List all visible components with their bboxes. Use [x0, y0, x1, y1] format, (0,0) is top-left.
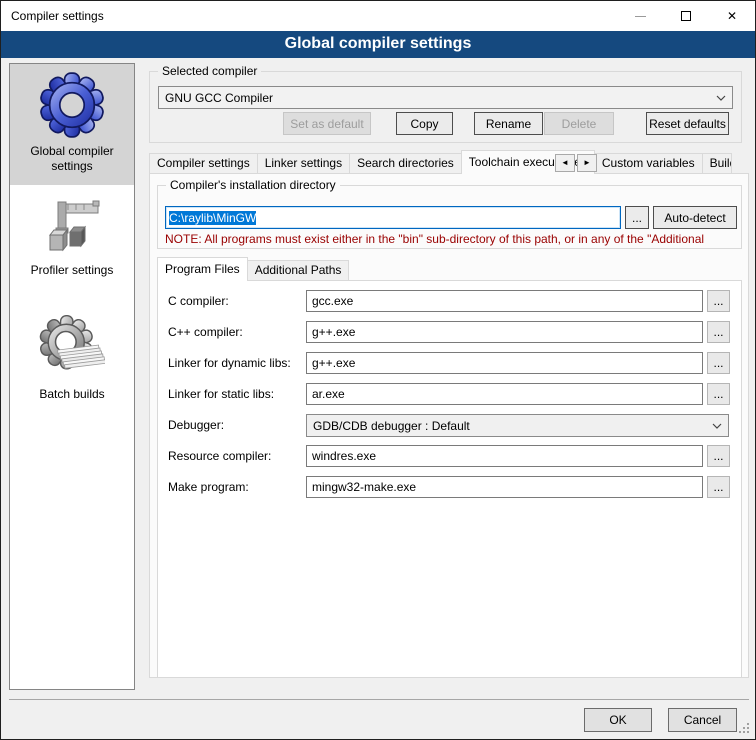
- resource-compiler-label: Resource compiler:: [168, 445, 271, 468]
- form-row: Debugger: GDB/CDB debugger : Default: [158, 414, 741, 437]
- footer-divider: [9, 699, 749, 700]
- form-row: C++ compiler: ...: [158, 321, 741, 344]
- blue-gear-icon: [38, 70, 106, 140]
- sidebar-item-label: Batch builds: [10, 383, 134, 410]
- tab-scroll-left-icon[interactable]: ◄: [555, 154, 575, 172]
- sidebar-item-batch-builds[interactable]: Batch builds: [10, 307, 134, 429]
- maximize-button[interactable]: [663, 1, 709, 31]
- compiler-settings-dialog: Compiler settings ✕ Global compiler sett…: [0, 0, 756, 740]
- window-title: Compiler settings: [11, 9, 104, 23]
- tab-program-files[interactable]: Program Files: [157, 257, 248, 281]
- copy-button[interactable]: Copy: [396, 112, 453, 135]
- debugger-select[interactable]: GDB/CDB debugger : Default: [306, 414, 729, 437]
- program-files-panel: C compiler: ... C++ compiler: ... Linker…: [157, 280, 742, 678]
- browse-directory-button[interactable]: ...: [625, 206, 649, 229]
- installation-directory-legend: Compiler's installation directory: [166, 178, 340, 192]
- static-linker-browse-button[interactable]: ...: [707, 383, 730, 405]
- set-as-default-button[interactable]: Set as default: [283, 112, 371, 135]
- sidebar-item-profiler-settings[interactable]: Profiler settings: [10, 187, 134, 299]
- c-compiler-input[interactable]: [306, 290, 703, 312]
- tab-scroll-right-icon[interactable]: ►: [577, 154, 597, 172]
- c-compiler-label: C compiler:: [168, 290, 229, 313]
- resource-compiler-input[interactable]: [306, 445, 703, 467]
- installation-directory-input[interactable]: C:\raylib\MinGW: [165, 206, 621, 229]
- chevron-down-icon: [716, 95, 726, 101]
- gray-gear-paper-stack-icon: [39, 313, 105, 383]
- form-row: Linker for dynamic libs: ...: [158, 352, 741, 375]
- settings-category-list: Global compiler settings: [9, 63, 135, 690]
- close-icon: ✕: [727, 9, 737, 23]
- auto-detect-button[interactable]: Auto-detect: [653, 206, 737, 229]
- tab-custom-variables[interactable]: Custom variables: [594, 153, 703, 173]
- form-row: C compiler: ...: [158, 290, 741, 313]
- sidebar-item-label: Profiler settings: [10, 259, 134, 286]
- resize-grip-icon[interactable]: [739, 723, 741, 725]
- dynamic-linker-input[interactable]: [306, 352, 703, 374]
- static-linker-label: Linker for static libs:: [168, 383, 274, 406]
- tab-search-directories[interactable]: Search directories: [349, 153, 462, 173]
- page-title: Global compiler settings: [1, 31, 755, 58]
- cpp-compiler-label: C++ compiler:: [168, 321, 243, 344]
- minimize-button[interactable]: [617, 1, 663, 31]
- compiler-tabs: Compiler settings Linker settings Search…: [149, 150, 731, 173]
- static-linker-input[interactable]: [306, 383, 703, 405]
- tab-additional-paths[interactable]: Additional Paths: [247, 260, 350, 280]
- cpp-compiler-browse-button[interactable]: ...: [707, 321, 730, 343]
- form-row: Resource compiler: ...: [158, 445, 741, 468]
- debugger-select-value: GDB/CDB debugger : Default: [313, 419, 712, 433]
- title-bar[interactable]: Compiler settings ✕: [1, 1, 755, 31]
- cancel-button[interactable]: Cancel: [668, 708, 737, 732]
- form-row: Linker for static libs: ...: [158, 383, 741, 406]
- chevron-down-icon: [712, 423, 722, 429]
- minimize-icon: [635, 16, 646, 17]
- ok-button[interactable]: OK: [584, 708, 652, 732]
- close-button[interactable]: ✕: [709, 1, 755, 31]
- caliper-icon: [40, 193, 104, 259]
- sidebar-item-label: Global compiler settings: [10, 140, 134, 182]
- make-program-label: Make program:: [168, 476, 249, 499]
- dynamic-linker-browse-button[interactable]: ...: [707, 352, 730, 374]
- compiler-select-value: GNU GCC Compiler: [165, 91, 716, 105]
- bin-subdirectory-note: NOTE: All programs must exist either in …: [165, 232, 739, 246]
- cpp-compiler-input[interactable]: [306, 321, 703, 343]
- maximize-icon: [681, 11, 691, 21]
- compiler-select[interactable]: GNU GCC Compiler: [158, 86, 733, 109]
- resource-compiler-browse-button[interactable]: ...: [707, 445, 730, 467]
- caption-buttons: ✕: [617, 1, 755, 31]
- tab-compiler-settings[interactable]: Compiler settings: [149, 153, 258, 173]
- installation-directory-group: Compiler's installation directory C:\ray…: [157, 185, 742, 249]
- rename-button[interactable]: Rename: [474, 112, 543, 135]
- selected-compiler-legend: Selected compiler: [158, 64, 261, 78]
- sidebar-item-global-compiler-settings[interactable]: Global compiler settings: [10, 64, 134, 185]
- tab-build-options[interactable]: Build options: [702, 153, 732, 173]
- make-program-browse-button[interactable]: ...: [707, 476, 730, 498]
- make-program-input[interactable]: [306, 476, 703, 498]
- dynamic-linker-label: Linker for dynamic libs:: [168, 352, 291, 375]
- installation-directory-value: C:\raylib\MinGW: [169, 211, 256, 225]
- c-compiler-browse-button[interactable]: ...: [707, 290, 730, 312]
- tab-scroll-buttons: ◄ ►: [555, 154, 599, 172]
- program-tabs: Program Files Additional Paths: [157, 257, 348, 280]
- debugger-label: Debugger:: [168, 414, 224, 437]
- tab-linker-settings[interactable]: Linker settings: [257, 153, 350, 173]
- delete-button[interactable]: Delete: [544, 112, 614, 135]
- reset-defaults-button[interactable]: Reset defaults: [646, 112, 729, 135]
- selected-compiler-group: Selected compiler GNU GCC Compiler Set a…: [149, 71, 742, 143]
- form-row: Make program: ...: [158, 476, 741, 499]
